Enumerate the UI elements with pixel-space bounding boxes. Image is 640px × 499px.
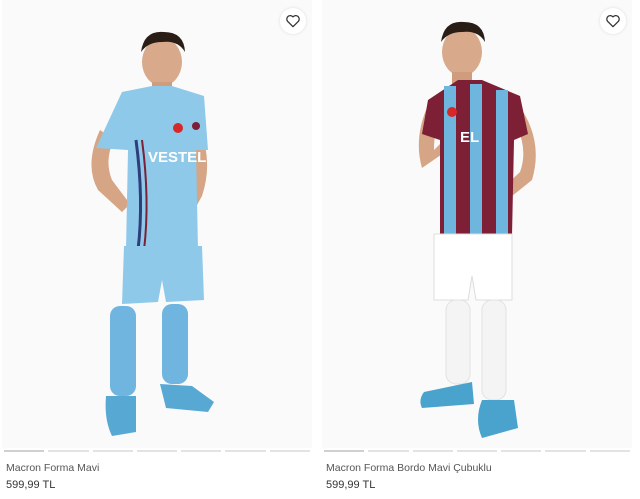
product-price: 599,99 TL xyxy=(6,479,56,491)
heart-outline-icon xyxy=(606,14,620,28)
carousel-dot[interactable] xyxy=(324,450,365,452)
product-card[interactable]: VESTEL Macron Forma Mavi 599,99 TL xyxy=(0,0,314,499)
product-name[interactable]: Macron Forma Bordo Mavi Çubuklu xyxy=(326,462,492,474)
image-carousel-indicator xyxy=(324,450,630,452)
carousel-dot[interactable] xyxy=(181,450,222,452)
player-photo: VESTEL xyxy=(91,31,214,436)
product-image[interactable]: VESTEL xyxy=(2,0,312,448)
carousel-dot[interactable] xyxy=(456,450,498,452)
product-grid: VESTEL Macron Forma Mavi 599,99 TL EL Ma… xyxy=(0,0,640,499)
carousel-dot[interactable] xyxy=(368,450,409,452)
favorite-button[interactable] xyxy=(600,8,626,34)
jersey-sponsor-text: EL xyxy=(460,129,479,146)
image-carousel-indicator xyxy=(4,450,310,452)
heart-outline-icon xyxy=(286,14,300,28)
product-image[interactable]: EL xyxy=(322,0,632,448)
carousel-dot[interactable] xyxy=(4,450,45,452)
carousel-dot[interactable] xyxy=(269,450,310,452)
favorite-button[interactable] xyxy=(280,8,306,34)
product-price: 599,99 TL xyxy=(326,479,376,491)
jersey-sponsor-text: VESTEL xyxy=(148,149,206,166)
carousel-dot[interactable] xyxy=(412,450,453,452)
product-name[interactable]: Macron Forma Mavi xyxy=(6,462,99,474)
carousel-dot[interactable] xyxy=(92,450,133,452)
carousel-dot[interactable] xyxy=(136,450,178,452)
carousel-dot[interactable] xyxy=(225,450,266,452)
player-photo: EL xyxy=(418,21,536,438)
carousel-dot[interactable] xyxy=(545,450,586,452)
carousel-dot[interactable] xyxy=(589,450,630,452)
carousel-dot[interactable] xyxy=(501,450,542,452)
carousel-dot[interactable] xyxy=(48,450,89,452)
product-card[interactable]: EL Macron Forma Bordo Mavi Çubuklu 599,9… xyxy=(320,0,634,499)
